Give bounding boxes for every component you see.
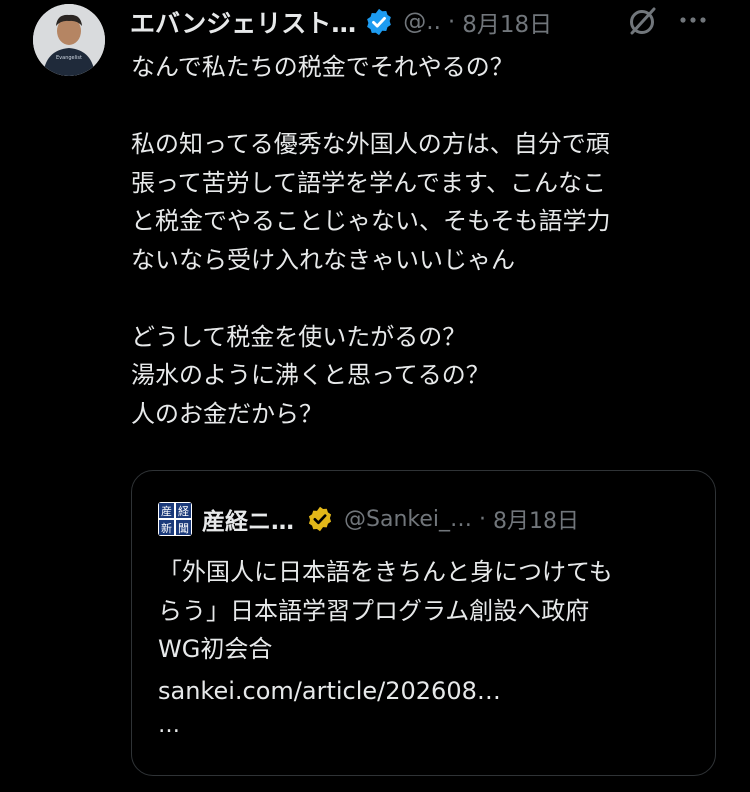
- quoted-tweet-timestamp[interactable]: 8月18日: [493, 503, 579, 535]
- svg-text:Evangelist: Evangelist: [56, 55, 82, 61]
- quoted-author-handle[interactable]: @Sankei_…: [344, 507, 472, 532]
- separator-dot: ·: [479, 506, 486, 532]
- quoted-tweet-more: …: [158, 713, 180, 738]
- quoted-tweet-header: 産 経 新 聞 産経ニ… @Sankei_… · 8月18日: [158, 497, 698, 541]
- tweet-text: なんで私たちの税金でそれやるの？ 私の知ってる優秀な外国人の方は、自分で頑 張っ…: [131, 53, 611, 428]
- svg-text:経: 経: [178, 505, 189, 518]
- quoted-tweet[interactable]: 産 経 新 聞 産経ニ… @Sankei_… · 8月18日 「外国人に日本語を…: [131, 470, 716, 776]
- quoted-author-display-name[interactable]: 産経ニ…: [202, 502, 294, 536]
- tweet-timestamp[interactable]: 8月18日: [462, 5, 552, 39]
- sankei-logo-icon[interactable]: 産 経 新 聞: [158, 502, 192, 536]
- author-display-name[interactable]: エバンジェリスト…: [130, 4, 356, 40]
- tweet[interactable]: Evangelist エバンジェリスト… @.. · 8月18日 なんで私たちの…: [0, 0, 750, 792]
- quoted-tweet-text: 「外国人に日本語をきちんと身につけても らう」日本語学習プログラム創設へ政府 W…: [158, 558, 613, 663]
- more-horizontal-icon[interactable]: [678, 8, 708, 32]
- svg-text:聞: 聞: [178, 522, 189, 535]
- avatar[interactable]: Evangelist: [33, 4, 105, 76]
- avatar-photo: Evangelist: [33, 4, 105, 76]
- quoted-tweet-link[interactable]: sankei.com/article/202608…: [158, 672, 501, 710]
- svg-text:産: 産: [161, 505, 172, 518]
- separator-dot: ·: [447, 9, 456, 35]
- verified-badge-icon[interactable]: [364, 7, 394, 37]
- verified-gold-badge-icon[interactable]: [306, 505, 334, 533]
- svg-text:新: 新: [161, 521, 172, 535]
- author-handle[interactable]: @..: [403, 9, 441, 35]
- grok-slash-icon[interactable]: [626, 4, 660, 38]
